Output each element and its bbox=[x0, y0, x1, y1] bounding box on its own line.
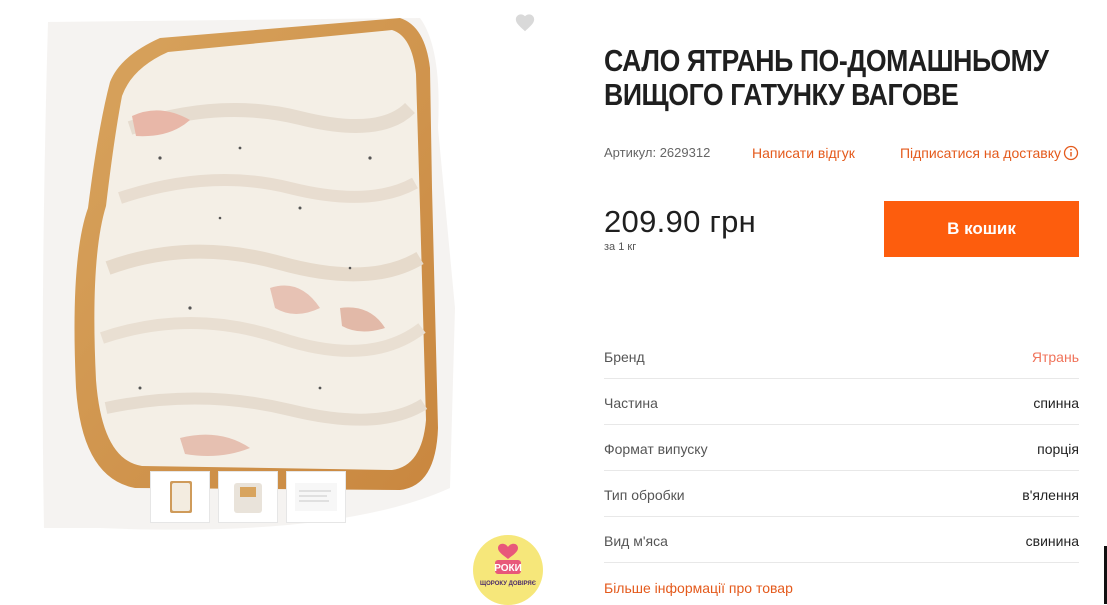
promo-badge[interactable]: РОКИ ЩОРОКУ ДОВІРЯЄ bbox=[473, 535, 543, 605]
brand-link[interactable]: Ятрань bbox=[1032, 349, 1079, 365]
price-unit: за 1 кг bbox=[604, 241, 637, 253]
spec-row-processing: Тип обробки в'ялення bbox=[604, 471, 1079, 517]
add-to-cart-button[interactable]: В кошик bbox=[884, 201, 1079, 257]
spec-key: Вид м'яса bbox=[604, 533, 668, 549]
promo-badge-graphic: РОКИ ЩОРОКУ ДОВІРЯЄ bbox=[480, 543, 537, 594]
spec-row-part: Частина спинна bbox=[604, 379, 1079, 425]
promo-badge-bottom-text: ЩОРОКУ ДОВІРЯЄ bbox=[480, 581, 537, 587]
thumbnail-1[interactable] bbox=[150, 471, 210, 523]
spec-row-meat-type: Вид м'яса свинина bbox=[604, 517, 1079, 563]
spec-key: Частина bbox=[604, 395, 658, 411]
spec-value: свинина bbox=[1025, 533, 1079, 549]
subscribe-delivery-link[interactable]: Підписатися на доставку bbox=[900, 145, 1061, 161]
spec-key: Бренд bbox=[604, 349, 645, 365]
product-main-image[interactable] bbox=[40, 8, 460, 538]
thumbnail-2-image bbox=[234, 483, 262, 513]
more-info-link[interactable]: Більше інформації про товар bbox=[604, 580, 793, 596]
spec-key: Тип обробки bbox=[604, 487, 685, 503]
product-price: 209.90 грн bbox=[604, 204, 757, 239]
product-meta-row: Артикул: 2629312 Написати відгук Підписа… bbox=[604, 145, 1079, 165]
promo-badge-top-text: РОКИ bbox=[494, 563, 522, 574]
thumbnail-2[interactable] bbox=[218, 471, 278, 523]
thumbnail-strip bbox=[150, 471, 346, 523]
info-icon[interactable] bbox=[1063, 145, 1079, 161]
write-review-link[interactable]: Написати відгук bbox=[752, 145, 855, 161]
thumbnail-1-image bbox=[170, 481, 192, 513]
spec-key: Формат випуску bbox=[604, 441, 708, 457]
spec-row-format: Формат випуску порція bbox=[604, 425, 1079, 471]
spec-value: в'ялення bbox=[1022, 487, 1079, 503]
specs-table: Бренд Ятрань Частина спинна Формат випус… bbox=[604, 333, 1079, 563]
product-sku: Артикул: 2629312 bbox=[604, 145, 711, 160]
thumbnail-3[interactable] bbox=[286, 471, 346, 523]
spec-value: порція bbox=[1037, 441, 1079, 457]
spec-row-brand: Бренд Ятрань bbox=[604, 333, 1079, 379]
product-gallery: РОКИ ЩОРОКУ ДОВІРЯЄ bbox=[0, 0, 560, 605]
product-title: САЛО ЯТРАНЬ ПО-ДОМАШНЬОМУ ВИЩОГО ГАТУНКУ… bbox=[604, 43, 1049, 112]
heart-icon[interactable] bbox=[514, 12, 536, 34]
spec-value: спинна bbox=[1033, 395, 1079, 411]
thumbnail-3-image bbox=[295, 483, 337, 511]
